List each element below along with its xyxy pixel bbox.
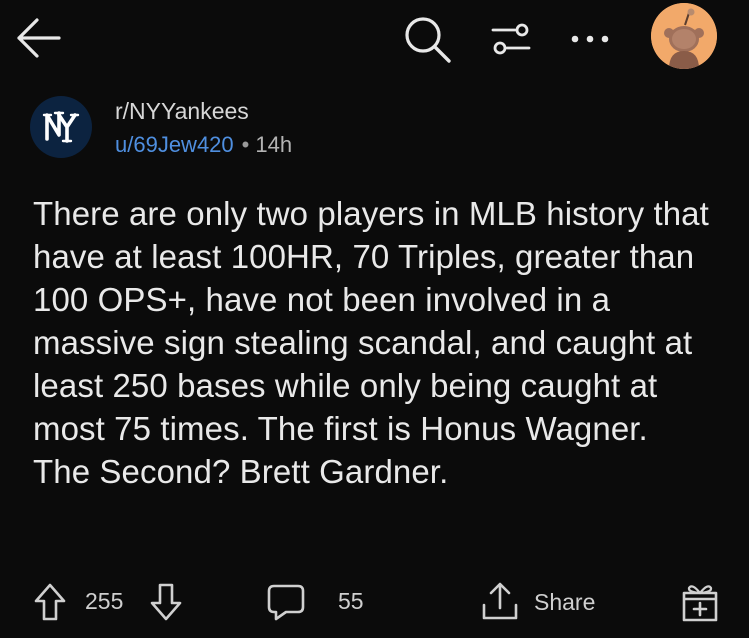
top-bar bbox=[0, 0, 749, 80]
gift-icon bbox=[682, 585, 718, 622]
post-page: r/NYYankees u/69Jew420 • 14h There are onl… bbox=[0, 0, 749, 638]
upvote-arrow-icon bbox=[34, 583, 66, 621]
search-icon bbox=[405, 17, 451, 63]
comment-count: 55 bbox=[338, 588, 364, 614]
snoo-avatar-icon bbox=[651, 3, 717, 69]
award-button[interactable] bbox=[678, 580, 722, 624]
share-label: Share bbox=[534, 588, 596, 615]
comments-button[interactable] bbox=[264, 580, 308, 624]
share-button[interactable]: Share bbox=[480, 580, 595, 624]
filter-button[interactable] bbox=[484, 12, 538, 66]
back-button[interactable] bbox=[10, 10, 66, 66]
more-options-button[interactable] bbox=[560, 12, 620, 66]
comment-bubble-icon bbox=[267, 584, 305, 621]
post-meta: u/69Jew420 • 14h bbox=[115, 132, 292, 158]
subreddit-avatar[interactable] bbox=[30, 96, 92, 158]
more-icon bbox=[571, 35, 609, 43]
downvote-arrow-icon bbox=[150, 583, 182, 621]
meta-separator: • bbox=[241, 132, 250, 157]
post-title[interactable]: There are only two players in MLB histor… bbox=[33, 192, 713, 493]
vote-count: 255 bbox=[85, 588, 124, 614]
post-age: 14h bbox=[255, 132, 293, 157]
action-bar: 255 55 Share bbox=[0, 574, 749, 630]
post-header: r/NYYankees u/69Jew420 • 14h bbox=[30, 96, 720, 166]
share-icon bbox=[482, 582, 518, 620]
back-arrow-icon bbox=[17, 18, 61, 58]
downvote-button[interactable] bbox=[146, 580, 186, 624]
filter-icon bbox=[491, 23, 531, 55]
upvote-button[interactable] bbox=[30, 580, 70, 624]
subreddit-name[interactable]: r/NYYankees bbox=[115, 98, 249, 125]
user-avatar[interactable] bbox=[651, 3, 717, 69]
author-username[interactable]: u/69Jew420 bbox=[115, 132, 234, 157]
search-button[interactable] bbox=[398, 10, 458, 70]
yankees-logo-icon bbox=[42, 111, 80, 143]
